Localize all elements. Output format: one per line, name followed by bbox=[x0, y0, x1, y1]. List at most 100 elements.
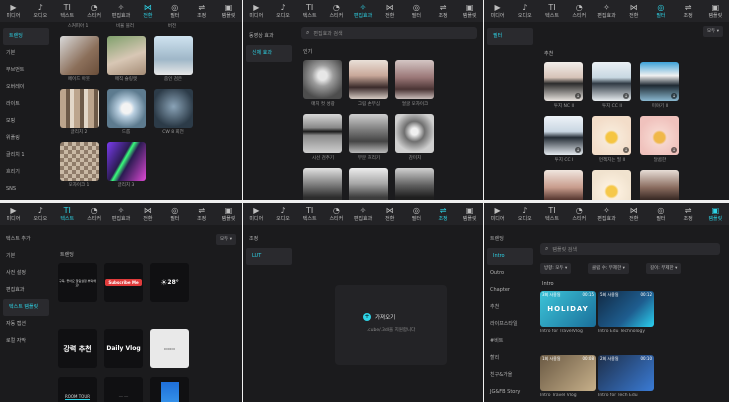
tab-6[interactable]: ◎ 필터 bbox=[647, 203, 674, 225]
tab-4[interactable]: ✧ 편집효과 bbox=[350, 0, 377, 22]
filter-thumb[interactable] bbox=[544, 170, 583, 200]
lut-import-box[interactable]: + 가져오기 .cube/.3dl을 지원합니다 bbox=[335, 285, 447, 365]
sidebar-item[interactable]: 위플링 bbox=[0, 130, 52, 147]
transition-thumb[interactable] bbox=[107, 89, 146, 128]
tab-0[interactable]: ▶ 미디어 bbox=[0, 203, 27, 225]
template-card[interactable]: 1회 사용됨 00:08 bbox=[540, 355, 596, 391]
template-card[interactable]: 2회 사용됨 00:10 bbox=[598, 355, 654, 391]
tab-0[interactable]: ▶ 미디어 bbox=[243, 0, 270, 22]
tab-2[interactable]: TI 텍스트 bbox=[296, 0, 323, 22]
tab-7[interactable]: ⇌ 조정 bbox=[188, 203, 215, 225]
sidebar-item[interactable]: 흐리기 bbox=[0, 164, 52, 181]
effect-thumb[interactable] bbox=[395, 168, 434, 200]
sidebar-item[interactable]: 추천 bbox=[484, 299, 536, 316]
tab-5[interactable]: ⋈ 전환 bbox=[134, 0, 161, 22]
length-filter[interactable]: 길이: 무제한 ▾ bbox=[646, 263, 682, 274]
tab-4[interactable]: ✧ 편집효과 bbox=[350, 203, 377, 225]
filter-thumb[interactable]: ↓ bbox=[544, 116, 583, 155]
effect-thumb[interactable] bbox=[349, 60, 388, 99]
tab-6[interactable]: ◎ 필터 bbox=[161, 0, 188, 22]
tab-6[interactable]: ◎ 필터 bbox=[647, 0, 674, 22]
text-template-card[interactable]: ☀ 28° bbox=[150, 263, 189, 302]
sidebar-item[interactable]: 트렌딩 bbox=[3, 28, 49, 45]
template-card[interactable]: 3회 사용됨 00:15 HOLIDAY bbox=[540, 291, 596, 327]
text-template-card[interactable]: ROOM TOUR bbox=[58, 377, 97, 402]
sidebar-item[interactable]: 신체 효과 bbox=[246, 45, 292, 62]
effect-thumb[interactable] bbox=[349, 168, 388, 200]
sidebar-item[interactable]: 자동 캡션 bbox=[0, 316, 52, 333]
tab-0[interactable]: ▶ 미디어 bbox=[484, 203, 511, 225]
template-search-input[interactable]: ⌕ 템플릿 검색 bbox=[540, 243, 720, 255]
effect-search-input[interactable]: ⌕ 편집효과 검색 bbox=[301, 27, 477, 39]
sidebar-item[interactable]: Chapter bbox=[484, 282, 536, 299]
tab-3[interactable]: ◔ 스티커 bbox=[81, 203, 108, 225]
text-template-card[interactable]: ▭▭▭ bbox=[150, 329, 189, 368]
tab-1[interactable]: ♪ 오디오 bbox=[27, 203, 54, 225]
text-template-card[interactable]: 구독, 좋아요 알림설정 부탁해요! bbox=[58, 263, 97, 302]
filter-thumb[interactable]: ↓ bbox=[592, 116, 631, 155]
tab-8[interactable]: ▣ 템플릿 bbox=[456, 0, 483, 22]
effect-thumb[interactable] bbox=[303, 114, 342, 153]
tab-5[interactable]: ⋈ 전환 bbox=[134, 203, 161, 225]
tab-3[interactable]: ◔ 스티커 bbox=[323, 0, 350, 22]
tab-4[interactable]: ✧ 편집효과 bbox=[593, 0, 620, 22]
tab-2[interactable]: TI 텍스트 bbox=[538, 0, 565, 22]
text-template-card[interactable]: Daily Vlog bbox=[104, 329, 143, 368]
tab-3[interactable]: ◔ 스티커 bbox=[81, 0, 108, 22]
direction-filter[interactable]: 방향: 모두 ▾ bbox=[540, 263, 572, 274]
transition-thumb[interactable] bbox=[60, 89, 99, 128]
transition-thumb[interactable] bbox=[60, 36, 99, 75]
tab-2[interactable]: TI 텍스트 bbox=[54, 0, 81, 22]
sidebar-item[interactable]: Intro bbox=[487, 248, 533, 265]
sidebar-item[interactable]: 동영상 효과 bbox=[243, 28, 295, 45]
tab-5[interactable]: ⋈ 전환 bbox=[620, 0, 647, 22]
tab-2[interactable]: TI 텍스트 bbox=[54, 203, 81, 225]
sidebar-item[interactable]: 조정 bbox=[243, 231, 295, 248]
tab-1[interactable]: ♪ 오디오 bbox=[270, 0, 297, 22]
tab-8[interactable]: ▣ 템플릿 bbox=[456, 203, 483, 225]
effect-thumb[interactable] bbox=[395, 60, 434, 99]
filter-thumb[interactable]: ↓ bbox=[640, 62, 679, 101]
template-card[interactable]: 5회 사용됨 00:12 bbox=[598, 291, 654, 327]
tab-6[interactable]: ◎ 필터 bbox=[403, 0, 430, 22]
tab-8[interactable]: ▣ 템플릿 bbox=[215, 203, 242, 225]
sidebar-item[interactable]: LUT bbox=[246, 248, 292, 265]
sidebar-item[interactable]: 친구&가을 bbox=[484, 367, 536, 384]
tab-7[interactable]: ⇌ 조정 bbox=[675, 0, 702, 22]
tab-0[interactable]: ▶ 미디어 bbox=[243, 203, 270, 225]
tab-0[interactable]: ▶ 미디어 bbox=[484, 0, 511, 22]
tab-7[interactable]: ⇌ 조정 bbox=[430, 203, 457, 225]
sidebar-item[interactable]: 로컬 자막 bbox=[0, 333, 52, 350]
sidebar-item[interactable]: JG&FB Story bbox=[484, 384, 536, 401]
tab-2[interactable]: TI 텍스트 bbox=[296, 203, 323, 225]
text-template-card[interactable]: 강력 추천 bbox=[58, 329, 97, 368]
effect-thumb[interactable] bbox=[395, 114, 434, 153]
text-template-card[interactable]: Subscribe Me bbox=[104, 263, 143, 302]
effect-thumb[interactable] bbox=[349, 114, 388, 153]
tab-3[interactable]: ◔ 스티커 bbox=[566, 203, 593, 225]
effect-thumb[interactable] bbox=[303, 168, 342, 200]
transition-thumb[interactable] bbox=[107, 36, 146, 75]
sidebar-item[interactable]: SNS bbox=[0, 181, 52, 198]
tab-6[interactable]: ◎ 필터 bbox=[161, 203, 188, 225]
tab-5[interactable]: ⋈ 전환 bbox=[376, 0, 403, 22]
effect-thumb[interactable] bbox=[303, 60, 342, 99]
tab-3[interactable]: ◔ 스티커 bbox=[323, 203, 350, 225]
text-template-card[interactable] bbox=[150, 377, 189, 402]
filter-thumb[interactable]: ↓ bbox=[544, 62, 583, 101]
tab-5[interactable]: ⋈ 전환 bbox=[620, 203, 647, 225]
sidebar-item[interactable]: 필터 bbox=[487, 28, 533, 45]
filter-thumb[interactable] bbox=[592, 170, 631, 200]
sidebar-item[interactable]: #비트 bbox=[484, 333, 536, 350]
tab-4[interactable]: ✧ 편집효과 bbox=[108, 0, 135, 22]
tab-7[interactable]: ⇌ 조정 bbox=[430, 0, 457, 22]
filter-all-dropdown[interactable]: 모두 ▾ bbox=[703, 26, 723, 37]
sidebar-item[interactable]: 사전 설정 bbox=[0, 265, 52, 282]
tab-1[interactable]: ♪ 오디오 bbox=[511, 0, 538, 22]
tab-8[interactable]: ▣ 템플릿 bbox=[215, 0, 242, 22]
tab-4[interactable]: ✧ 편집효과 bbox=[108, 203, 135, 225]
sidebar-item[interactable]: 라이프스타일 bbox=[484, 316, 536, 333]
tab-1[interactable]: ♪ 오디오 bbox=[27, 0, 54, 22]
tab-3[interactable]: ◔ 스티커 bbox=[566, 0, 593, 22]
sidebar-item[interactable]: 무브먼트 bbox=[0, 62, 52, 79]
